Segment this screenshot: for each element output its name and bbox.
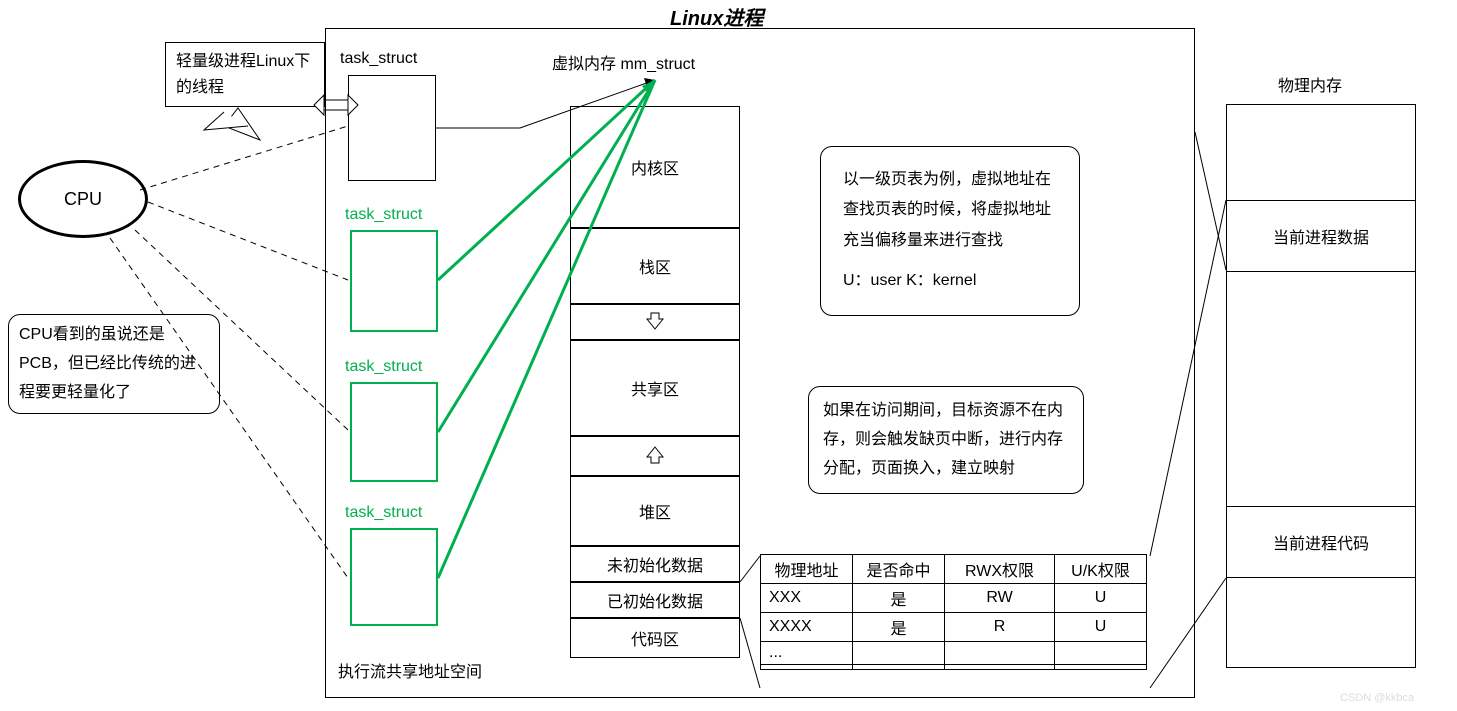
task-struct-box-green-3 — [350, 528, 438, 626]
th-hit: 是否命中 — [853, 555, 945, 584]
physical-data-block: 当前进程数据 — [1226, 200, 1416, 272]
task-struct-label-black: task_struct — [340, 50, 417, 68]
task-struct-label-green-3: task_struct — [345, 504, 422, 522]
diagram-title: Linux进程 — [670, 2, 763, 31]
task-struct-box-green-1 — [350, 230, 438, 332]
watermark: CSDN @kkbca — [1340, 692, 1414, 704]
th-rwx: RWX权限 — [945, 555, 1055, 584]
page-fault-note: 如果在访问期间，目标资源不在内存，则会触发缺页中断，进行内存分配，页面换入，建立… — [808, 386, 1084, 494]
cpu-speech-bubble: 轻量级进程Linux下的线程 — [165, 42, 325, 107]
uk-legend: U：user K：kernel — [843, 266, 1057, 296]
task-struct-box-green-2 — [350, 382, 438, 482]
th-uk: U/K权限 — [1055, 555, 1147, 584]
table-row: XXX是RWU — [761, 584, 1147, 613]
cpu-node: CPU — [18, 160, 148, 238]
page-table-note: 以一级页表为例，虚拟地址在查找页表的时候，将虚拟地址充当偏移量来进行查找 U：u… — [820, 146, 1080, 316]
page-table: 物理地址 是否命中 RWX权限 U/K权限 XXX是RWU XXXX是RU ..… — [760, 554, 1147, 670]
mm-struct-title: 虚拟内存 mm_struct — [552, 50, 695, 74]
region-kernel: 内核区 — [570, 106, 740, 228]
physical-memory-container — [1226, 104, 1416, 668]
task-struct-label-green-1: task_struct — [345, 206, 422, 224]
table-row — [761, 665, 1147, 670]
cpu-note: CPU看到的虽说还是PCB，但已经比传统的进程要更轻量化了 — [8, 314, 220, 414]
region-heap: 堆区 — [570, 476, 740, 546]
region-shared: 共享区 — [570, 340, 740, 436]
physical-memory-title: 物理内存 — [1278, 72, 1342, 96]
table-row: ... — [761, 642, 1147, 665]
page-table-note-text: 以一级页表为例，虚拟地址在查找页表的时候，将虚拟地址充当偏移量来进行查找 — [843, 165, 1057, 256]
th-addr: 物理地址 — [761, 555, 853, 584]
task-caption: 执行流共享地址空间 — [338, 658, 482, 682]
task-struct-label-green-2: task_struct — [345, 358, 422, 376]
physical-code-block: 当前进程代码 — [1226, 506, 1416, 578]
region-data: 已初始化数据 — [570, 582, 740, 618]
region-stack-arrow — [570, 304, 740, 340]
region-heap-arrow — [570, 436, 740, 476]
table-row: XXXX是RU — [761, 613, 1147, 642]
region-bss: 未初始化数据 — [570, 546, 740, 582]
region-stack: 栈区 — [570, 228, 740, 304]
task-struct-box-black — [348, 75, 436, 181]
region-text: 代码区 — [570, 618, 740, 658]
